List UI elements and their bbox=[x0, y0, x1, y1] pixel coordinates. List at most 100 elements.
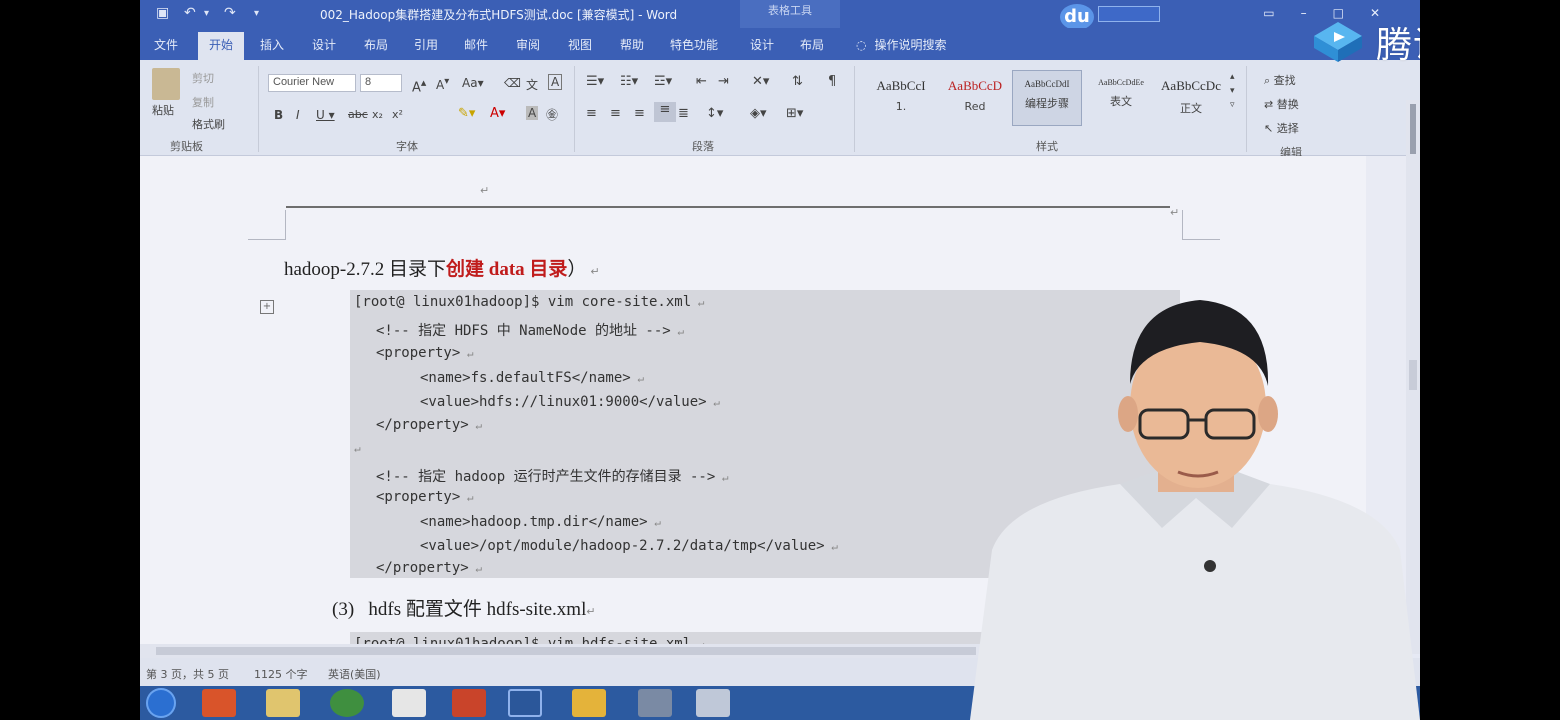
find-button[interactable]: ⌕ 查找 bbox=[1264, 72, 1296, 88]
font-color-icon[interactable]: A▾ bbox=[490, 106, 505, 121]
chinese-layout-icon[interactable]: ✕▾ bbox=[752, 74, 769, 89]
show-marks-icon[interactable]: ¶ bbox=[828, 74, 836, 89]
ribbon-options-icon[interactable]: ▭ bbox=[1263, 6, 1300, 20]
undo-dropdown-icon[interactable]: ▾ bbox=[204, 8, 209, 19]
style-preview: AaBbCcI bbox=[876, 78, 926, 93]
phonetic-guide-icon[interactable]: 文 bbox=[526, 76, 538, 93]
bold-icon[interactable]: B bbox=[274, 108, 283, 122]
heading-prefix: hadoop-2.7.2 目录下 bbox=[284, 259, 447, 280]
enclose-characters-icon[interactable]: ㊎ bbox=[546, 106, 558, 123]
replace-label: 替换 bbox=[1276, 98, 1299, 111]
input-method-toolbar[interactable] bbox=[1098, 6, 1160, 22]
app-icon[interactable] bbox=[392, 689, 426, 717]
replace-button[interactable]: ⇄ 替换 bbox=[1264, 96, 1299, 112]
margin-corner-right bbox=[1182, 210, 1220, 240]
tab-table-design[interactable]: 设计 bbox=[750, 36, 774, 53]
chrome-icon[interactable] bbox=[330, 689, 364, 717]
decrease-indent-icon[interactable]: ⇤ bbox=[696, 74, 707, 89]
paste-icon[interactable] bbox=[152, 68, 180, 100]
tab-special-features[interactable]: 特色功能 bbox=[670, 36, 718, 53]
tab-review[interactable]: 审阅 bbox=[516, 36, 540, 53]
justify-icon[interactable]: ≡ bbox=[654, 102, 676, 122]
table-move-handle-icon[interactable]: + bbox=[260, 300, 274, 314]
redo-icon[interactable]: ↷ bbox=[224, 5, 236, 21]
styles-group-label: 样式 bbox=[1036, 140, 1058, 153]
highlight-color-icon[interactable]: ✎▾ bbox=[458, 106, 475, 121]
clear-formatting-icon[interactable]: ⌫ bbox=[504, 76, 521, 90]
paint-icon[interactable] bbox=[696, 689, 730, 717]
section-3-heading: (3) hdfs 配置文件 hdfs-site.xml↵ bbox=[332, 594, 596, 621]
tab-references[interactable]: 引用 bbox=[414, 36, 438, 53]
line-spacing-icon[interactable]: ↕▾ bbox=[706, 106, 723, 121]
style-item[interactable]: AaBbCcI 1. bbox=[866, 70, 936, 126]
style-item[interactable]: AaBbCcDdEe 表文 bbox=[1086, 70, 1156, 126]
page-count[interactable]: 第 3 页，共 5 页 bbox=[146, 666, 229, 682]
app-icon[interactable] bbox=[572, 689, 606, 717]
powerpoint-icon[interactable] bbox=[452, 689, 486, 717]
format-painter-button[interactable]: 格式刷 bbox=[192, 116, 225, 132]
copy-button[interactable]: 复制 bbox=[192, 94, 214, 110]
language-indicator[interactable]: 英语(美国) bbox=[328, 666, 381, 682]
distributed-icon[interactable]: ≣ bbox=[678, 106, 689, 121]
customize-quick-access-icon[interactable]: ▾ bbox=[254, 8, 259, 19]
select-button[interactable]: ↖ 选择 bbox=[1264, 120, 1299, 136]
styles-scroll-icon[interactable]: ▴ ▾ ▿ bbox=[1230, 70, 1235, 112]
section-number: (3) bbox=[332, 599, 355, 620]
tab-design[interactable]: 设计 bbox=[312, 36, 336, 53]
shrink-font-icon[interactable]: A▾ bbox=[436, 76, 449, 92]
maximize-icon[interactable]: □ bbox=[1333, 6, 1370, 20]
tab-home[interactable]: 开始 bbox=[198, 32, 244, 60]
strikethrough-icon[interactable]: abc bbox=[348, 108, 368, 121]
style-item[interactable]: AaBbCcD Red bbox=[940, 70, 1010, 126]
start-button[interactable] bbox=[146, 688, 176, 718]
multilevel-list-icon[interactable]: ☲▾ bbox=[654, 74, 672, 89]
tab-mailings[interactable]: 邮件 bbox=[464, 36, 488, 53]
superscript-icon[interactable]: x² bbox=[392, 108, 403, 121]
paste-button[interactable]: 粘贴 bbox=[152, 102, 174, 118]
subscript-icon[interactable]: x₂ bbox=[372, 108, 383, 121]
minimize-icon[interactable]: – bbox=[1301, 6, 1333, 20]
word-count[interactable]: 1125 个字 bbox=[254, 666, 308, 682]
store-icon[interactable] bbox=[202, 689, 236, 717]
font-size-dropdown[interactable]: 8 bbox=[360, 74, 402, 92]
app-icon[interactable] bbox=[638, 689, 672, 717]
borders-icon[interactable]: ⊞▾ bbox=[786, 106, 803, 121]
ribbon-scroll-thumb[interactable] bbox=[1410, 104, 1416, 154]
tab-file[interactable]: 文件 bbox=[154, 36, 178, 53]
save-icon[interactable]: ▣ bbox=[156, 5, 169, 21]
italic-icon[interactable]: I bbox=[296, 108, 300, 122]
file-explorer-icon[interactable] bbox=[266, 689, 300, 717]
tab-layout[interactable]: 布局 bbox=[364, 36, 388, 53]
tab-table-layout[interactable]: 布局 bbox=[800, 36, 824, 53]
scroll-thumb[interactable] bbox=[156, 647, 976, 655]
word-icon[interactable] bbox=[508, 689, 542, 717]
video-letterbox-right bbox=[1420, 0, 1560, 720]
bullets-icon[interactable]: ☰▾ bbox=[586, 74, 604, 89]
character-shading-icon[interactable]: A bbox=[526, 106, 539, 120]
tell-me-search[interactable]: ◌ 操作说明搜索 bbox=[856, 36, 947, 53]
style-item[interactable]: AaBbCcDc 正文 bbox=[1156, 70, 1226, 126]
cut-button[interactable]: 剪切 bbox=[192, 70, 214, 86]
tab-help[interactable]: 帮助 bbox=[620, 36, 644, 53]
align-center-icon[interactable]: ≡ bbox=[610, 106, 621, 121]
baidu-input-icon[interactable]: du bbox=[1060, 4, 1094, 30]
sort-icon[interactable]: ⇅ bbox=[792, 74, 803, 89]
font-name-dropdown[interactable]: Courier New bbox=[268, 74, 356, 92]
character-border-icon[interactable]: A bbox=[548, 74, 563, 90]
align-right-icon[interactable]: ≡ bbox=[634, 106, 645, 121]
undo-icon[interactable]: ↶ bbox=[184, 5, 196, 21]
underline-icon[interactable]: U ▾ bbox=[316, 108, 335, 122]
style-name: 1. bbox=[895, 100, 907, 113]
style-preview: AaBbCcDdI bbox=[1024, 79, 1070, 89]
tab-insert[interactable]: 插入 bbox=[260, 36, 284, 53]
tab-view[interactable]: 视图 bbox=[568, 36, 592, 53]
change-case-icon[interactable]: Aa▾ bbox=[462, 76, 484, 90]
grow-font-icon[interactable]: A▴ bbox=[412, 76, 426, 95]
increase-indent-icon[interactable]: ⇥ bbox=[718, 74, 729, 89]
align-left-icon[interactable]: ≡ bbox=[586, 106, 597, 121]
code-line: </property> ↵ bbox=[376, 560, 482, 576]
numbering-icon[interactable]: ☷▾ bbox=[620, 74, 638, 89]
style-item-selected[interactable]: AaBbCcDdI 编程步骤 bbox=[1012, 70, 1082, 126]
shading-icon[interactable]: ◈▾ bbox=[750, 106, 767, 121]
code-line: <!-- 指定 HDFS 中 NameNode 的地址 --> ↵ bbox=[376, 323, 684, 339]
